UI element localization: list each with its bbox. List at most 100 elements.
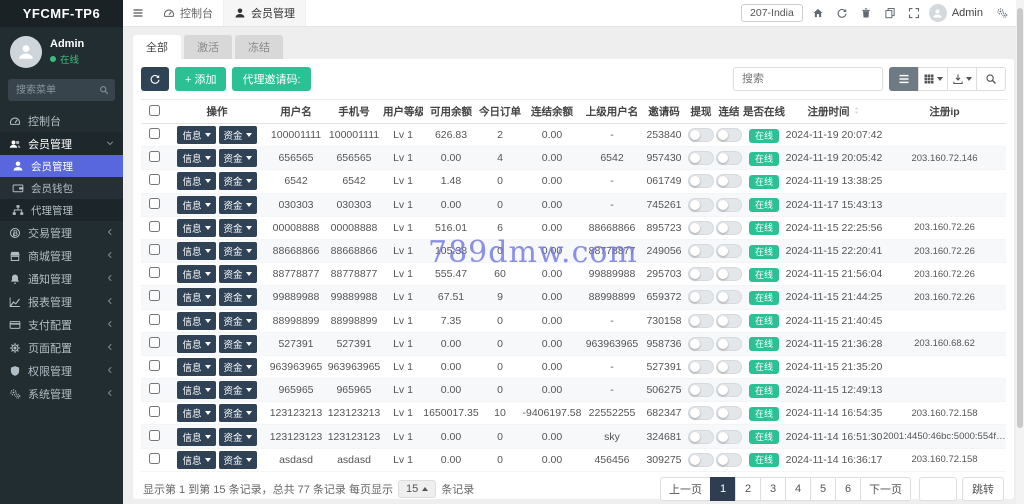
row-checkbox[interactable]: [148, 383, 160, 395]
copy-icon[interactable]: [878, 3, 902, 23]
withdraw-toggle[interactable]: [688, 174, 714, 189]
toggle-view-button[interactable]: [889, 67, 919, 91]
row-action-信息-button[interactable]: 信息: [177, 265, 216, 284]
export-button[interactable]: [947, 67, 977, 91]
link-toggle[interactable]: [716, 383, 742, 398]
page-button-1[interactable]: 1: [710, 476, 736, 501]
row-action-资金-button[interactable]: 资金: [218, 311, 257, 330]
scrollbar[interactable]: [1016, 0, 1024, 504]
withdraw-toggle[interactable]: [688, 313, 714, 328]
row-checkbox[interactable]: [148, 128, 160, 140]
sidebar-item-0[interactable]: 控制台: [0, 109, 123, 132]
withdraw-toggle[interactable]: [688, 128, 714, 143]
page-button-5[interactable]: 5: [810, 476, 836, 501]
link-toggle[interactable]: [716, 267, 742, 282]
link-toggle[interactable]: [716, 290, 742, 305]
row-action-资金-button[interactable]: 资金: [218, 404, 257, 423]
link-toggle[interactable]: [716, 429, 742, 444]
row-action-信息-button[interactable]: 信息: [177, 288, 216, 307]
row-action-信息-button[interactable]: 信息: [177, 195, 216, 214]
row-action-资金-button[interactable]: 资金: [218, 381, 257, 400]
row-action-信息-button[interactable]: 信息: [177, 149, 216, 168]
nav-tab-0[interactable]: 控制台: [153, 0, 224, 26]
row-checkbox[interactable]: [148, 244, 160, 256]
row-checkbox[interactable]: [148, 359, 160, 371]
sidebar-item-5[interactable]: 报表管理: [0, 290, 123, 313]
next-page-button[interactable]: 下一页: [860, 476, 911, 501]
withdraw-toggle[interactable]: [688, 429, 714, 444]
sidebar-item-2[interactable]: 交易管理: [0, 221, 123, 244]
sidebar-item-1[interactable]: 会员管理: [0, 132, 123, 155]
row-action-资金-button[interactable]: 资金: [218, 450, 257, 469]
row-action-资金-button[interactable]: 资金: [218, 149, 257, 168]
jump-page-input[interactable]: [919, 476, 957, 501]
row-checkbox[interactable]: [148, 220, 160, 232]
link-toggle[interactable]: [716, 452, 742, 467]
row-action-信息-button[interactable]: 信息: [177, 242, 216, 261]
withdraw-toggle[interactable]: [688, 359, 714, 374]
row-action-资金-button[interactable]: 资金: [218, 218, 257, 237]
row-action-资金-button[interactable]: 资金: [218, 242, 257, 261]
filter-tab-1[interactable]: 激活: [184, 35, 232, 59]
row-checkbox[interactable]: [148, 290, 160, 302]
sidebar-subitem-0[interactable]: 会员管理: [0, 155, 123, 177]
sidebar-item-4[interactable]: 通知管理: [0, 267, 123, 290]
link-toggle[interactable]: [716, 406, 742, 421]
home-icon[interactable]: [806, 3, 830, 23]
row-action-信息-button[interactable]: 信息: [177, 450, 216, 469]
jump-button[interactable]: 跳转: [962, 476, 1004, 501]
row-action-资金-button[interactable]: 资金: [218, 357, 257, 376]
sidebar-subitem-2[interactable]: 代理管理: [0, 199, 123, 221]
link-toggle[interactable]: [716, 128, 742, 143]
link-toggle[interactable]: [716, 220, 742, 235]
row-checkbox[interactable]: [148, 267, 160, 279]
scrollbar-thumb[interactable]: [1017, 8, 1023, 428]
expand-icon[interactable]: [902, 3, 926, 23]
row-action-资金-button[interactable]: 资金: [218, 288, 257, 307]
row-action-资金-button[interactable]: 资金: [218, 427, 257, 446]
row-checkbox[interactable]: [148, 151, 160, 163]
row-action-资金-button[interactable]: 资金: [218, 172, 257, 191]
link-toggle[interactable]: [716, 174, 742, 189]
row-action-信息-button[interactable]: 信息: [177, 126, 216, 145]
row-checkbox[interactable]: [148, 197, 160, 209]
withdraw-toggle[interactable]: [688, 383, 714, 398]
sidebar-item-3[interactable]: 商城管理: [0, 244, 123, 267]
row-action-资金-button[interactable]: 资金: [218, 265, 257, 284]
withdraw-toggle[interactable]: [688, 336, 714, 351]
withdraw-toggle[interactable]: [688, 406, 714, 421]
filter-tab-2[interactable]: 冻结: [235, 35, 283, 59]
withdraw-toggle[interactable]: [688, 290, 714, 305]
refresh-button[interactable]: [141, 67, 169, 91]
sidebar-subitem-1[interactable]: 会员钱包: [0, 177, 123, 199]
withdraw-toggle[interactable]: [688, 267, 714, 282]
row-action-资金-button[interactable]: 资金: [218, 334, 257, 353]
region-selector[interactable]: 207-India: [741, 4, 803, 22]
row-checkbox[interactable]: [148, 452, 160, 464]
link-toggle[interactable]: [716, 197, 742, 212]
row-action-信息-button[interactable]: 信息: [177, 427, 216, 446]
row-action-信息-button[interactable]: 信息: [177, 334, 216, 353]
withdraw-toggle[interactable]: [688, 244, 714, 259]
sidebar-item-7[interactable]: 页面配置: [0, 336, 123, 359]
refresh-icon[interactable]: [830, 3, 854, 23]
link-toggle[interactable]: [716, 313, 742, 328]
agent-invite-code-button[interactable]: 代理邀请码:: [232, 67, 311, 91]
columns-button[interactable]: [918, 67, 948, 91]
row-action-信息-button[interactable]: 信息: [177, 357, 216, 376]
row-checkbox[interactable]: [148, 406, 160, 418]
row-action-信息-button[interactable]: 信息: [177, 311, 216, 330]
withdraw-toggle[interactable]: [688, 452, 714, 467]
link-toggle[interactable]: [716, 359, 742, 374]
settings-cogs-icon[interactable]: [990, 3, 1014, 23]
page-size-selector[interactable]: 15: [397, 479, 437, 498]
page-button-6[interactable]: 6: [835, 476, 861, 501]
add-button[interactable]: + 添加: [175, 67, 227, 91]
link-toggle[interactable]: [716, 151, 742, 166]
row-checkbox[interactable]: [148, 429, 160, 441]
trash-icon[interactable]: [854, 3, 878, 23]
row-action-资金-button[interactable]: 资金: [218, 195, 257, 214]
page-button-4[interactable]: 4: [785, 476, 811, 501]
withdraw-toggle[interactable]: [688, 197, 714, 212]
select-all-checkbox[interactable]: [148, 104, 160, 116]
